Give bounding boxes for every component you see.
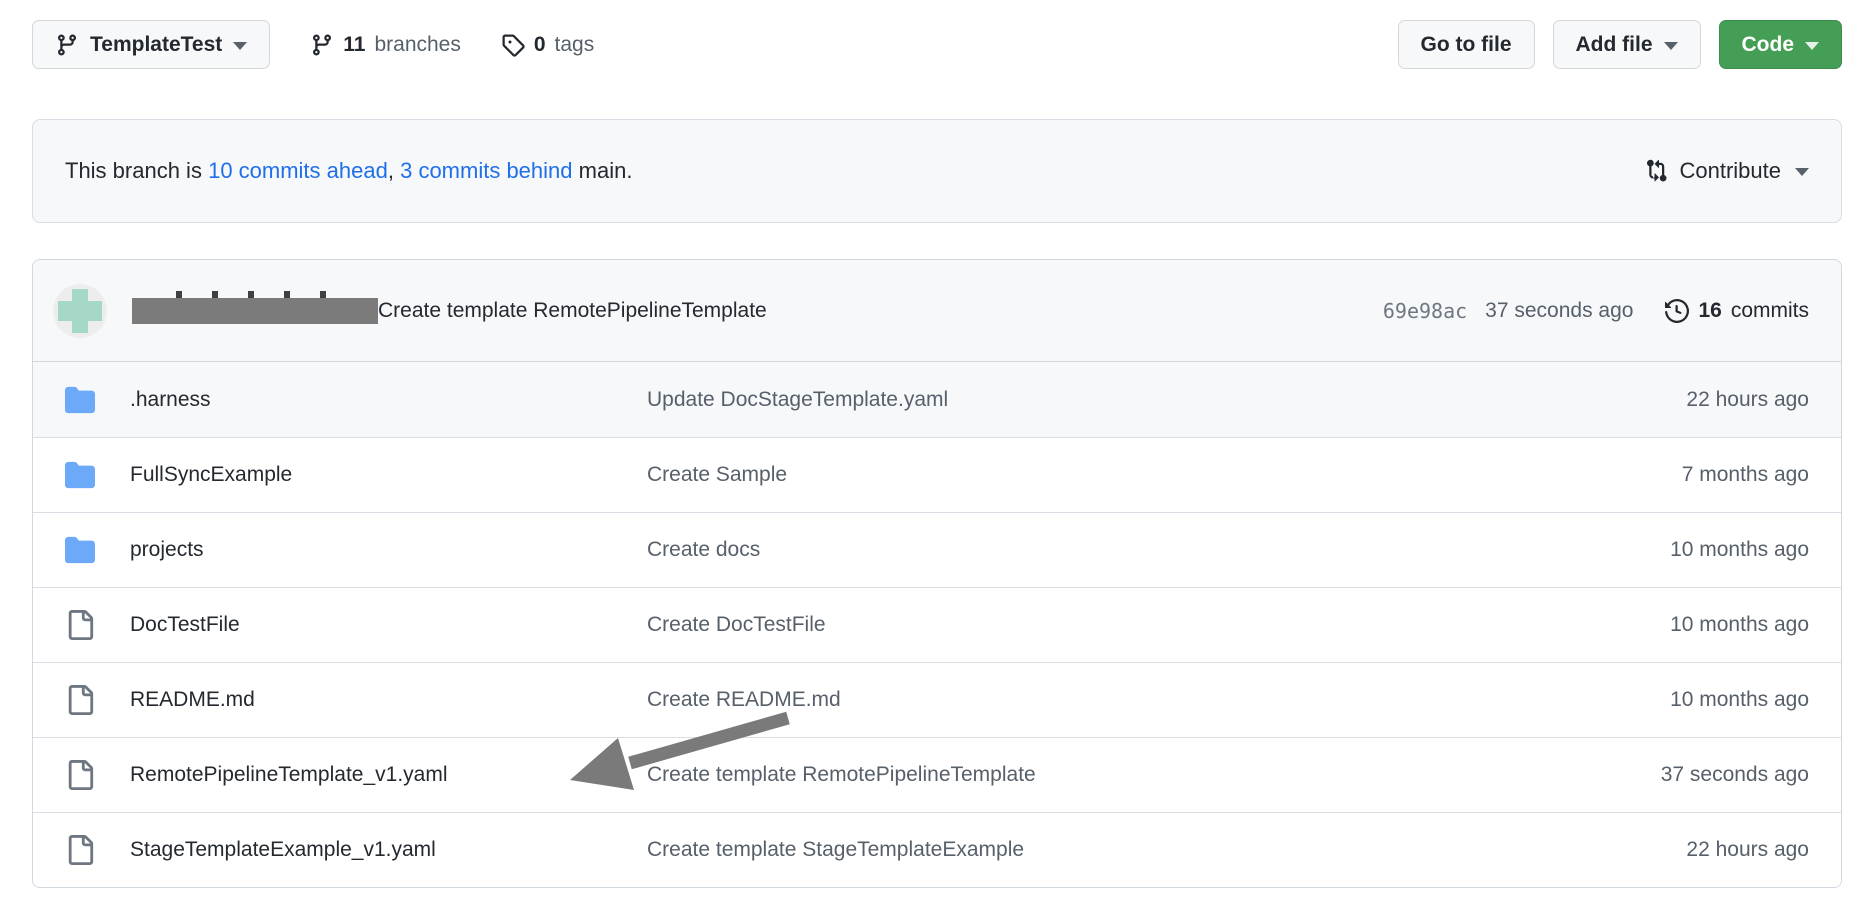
commits-behind-link[interactable]: 3 commits behind	[400, 158, 572, 183]
latest-commit-message[interactable]: Create template RemotePipelineTemplate	[378, 299, 767, 323]
banner-text: This branch is 10 commits ahead, 3 commi…	[65, 158, 632, 184]
file-commit-message-link[interactable]: Create template RemotePipelineTemplate	[647, 763, 1537, 787]
file-name-link[interactable]: .harness	[130, 388, 615, 412]
branch-selector-label: TemplateTest	[90, 33, 222, 57]
file-name-link[interactable]: README.md	[130, 688, 615, 712]
author-name-redacted	[132, 298, 378, 324]
add-file-label: Add file	[1576, 33, 1653, 57]
latest-commit-header: Create template RemotePipelineTemplate 6…	[33, 260, 1841, 362]
file-icon	[65, 610, 95, 640]
folder-icon	[65, 385, 95, 415]
tags-link[interactable]: 0 tags	[501, 33, 594, 57]
contribute-button[interactable]: Contribute	[1644, 158, 1809, 184]
git-branch-icon	[55, 33, 79, 57]
branch-status-banner: This branch is 10 commits ahead, 3 commi…	[32, 119, 1842, 223]
commits-count: 16	[1698, 299, 1721, 323]
chevron-down-icon	[1795, 168, 1809, 176]
file-name-link[interactable]: FullSyncExample	[130, 463, 615, 487]
file-commit-message-link[interactable]: Create Sample	[647, 463, 1537, 487]
branches-count: 11	[343, 33, 365, 57]
file-icon	[65, 760, 95, 790]
go-to-file-button[interactable]: Go to file	[1398, 20, 1535, 69]
file-commit-time: 10 months ago	[1569, 613, 1809, 637]
code-label: Code	[1742, 33, 1795, 57]
branches-link[interactable]: 11 branches	[310, 33, 461, 57]
git-compare-icon	[1644, 159, 1668, 183]
file-commit-message-link[interactable]: Create docs	[647, 538, 1537, 562]
folder-icon	[65, 460, 95, 490]
file-row[interactable]: DocTestFile Create DocTestFile 10 months…	[33, 587, 1841, 662]
commit-meta: 69e98ac 37 seconds ago 16 commits	[1383, 299, 1809, 323]
branches-label: branches	[374, 33, 460, 57]
file-commit-message-link[interactable]: Create README.md	[647, 688, 1537, 712]
file-row[interactable]: .harness Update DocStageTemplate.yaml 22…	[33, 362, 1841, 437]
file-row[interactable]: StageTemplateExample_v1.yaml Create temp…	[33, 812, 1841, 887]
commit-history-link[interactable]: 16 commits	[1665, 299, 1809, 323]
tag-icon	[501, 33, 525, 57]
file-commit-message-link[interactable]: Update DocStageTemplate.yaml	[647, 388, 1537, 412]
file-commit-time: 22 hours ago	[1569, 388, 1809, 412]
add-file-button[interactable]: Add file	[1553, 20, 1701, 69]
file-icon	[65, 835, 95, 865]
file-name-link[interactable]: RemotePipelineTemplate_v1.yaml	[130, 763, 615, 787]
file-list: .harness Update DocStageTemplate.yaml 22…	[33, 362, 1841, 887]
file-row[interactable]: README.md Create README.md 10 months ago	[33, 662, 1841, 737]
code-button[interactable]: Code	[1719, 20, 1843, 69]
commits-ahead-link[interactable]: 10 commits ahead	[208, 158, 388, 183]
contribute-label: Contribute	[1679, 158, 1781, 184]
repo-page: TemplateTest 11 branches 0 tags Go to fi…	[0, 0, 1860, 908]
file-name-link[interactable]: projects	[130, 538, 615, 562]
commit-time: 37 seconds ago	[1485, 299, 1633, 323]
banner-prefix: This branch is	[65, 158, 202, 183]
banner-comma: ,	[388, 158, 394, 183]
git-branch-icon	[310, 33, 334, 57]
avatar[interactable]	[53, 284, 107, 338]
chevron-down-icon	[1664, 42, 1678, 50]
file-commit-message-link[interactable]: Create template StageTemplateExample	[647, 838, 1537, 862]
file-commit-time: 22 hours ago	[1569, 838, 1809, 862]
file-commit-time: 10 months ago	[1569, 538, 1809, 562]
file-commit-time: 7 months ago	[1569, 463, 1809, 487]
file-row[interactable]: projects Create docs 10 months ago	[33, 512, 1841, 587]
files-box: Create template RemotePipelineTemplate 6…	[32, 259, 1842, 888]
folder-icon	[65, 535, 95, 565]
chevron-down-icon	[1805, 42, 1819, 50]
repo-toolbar: TemplateTest 11 branches 0 tags Go to fi…	[32, 20, 1842, 69]
commit-sha-link[interactable]: 69e98ac	[1383, 299, 1467, 323]
tags-count: 0	[534, 33, 546, 57]
history-icon	[1665, 299, 1689, 323]
file-icon	[65, 685, 95, 715]
tags-label: tags	[555, 33, 595, 57]
branch-selector-button[interactable]: TemplateTest	[32, 20, 270, 69]
go-to-file-label: Go to file	[1421, 33, 1512, 57]
file-row[interactable]: RemotePipelineTemplate_v1.yaml Create te…	[33, 737, 1841, 812]
file-commit-message-link[interactable]: Create DocTestFile	[647, 613, 1537, 637]
commits-label: commits	[1731, 299, 1809, 323]
file-commit-time: 10 months ago	[1569, 688, 1809, 712]
banner-suffix: main.	[579, 158, 633, 183]
file-commit-time: 37 seconds ago	[1569, 763, 1809, 787]
chevron-down-icon	[233, 42, 247, 50]
file-name-link[interactable]: DocTestFile	[130, 613, 615, 637]
file-name-link[interactable]: StageTemplateExample_v1.yaml	[130, 838, 615, 862]
file-row[interactable]: FullSyncExample Create Sample 7 months a…	[33, 437, 1841, 512]
